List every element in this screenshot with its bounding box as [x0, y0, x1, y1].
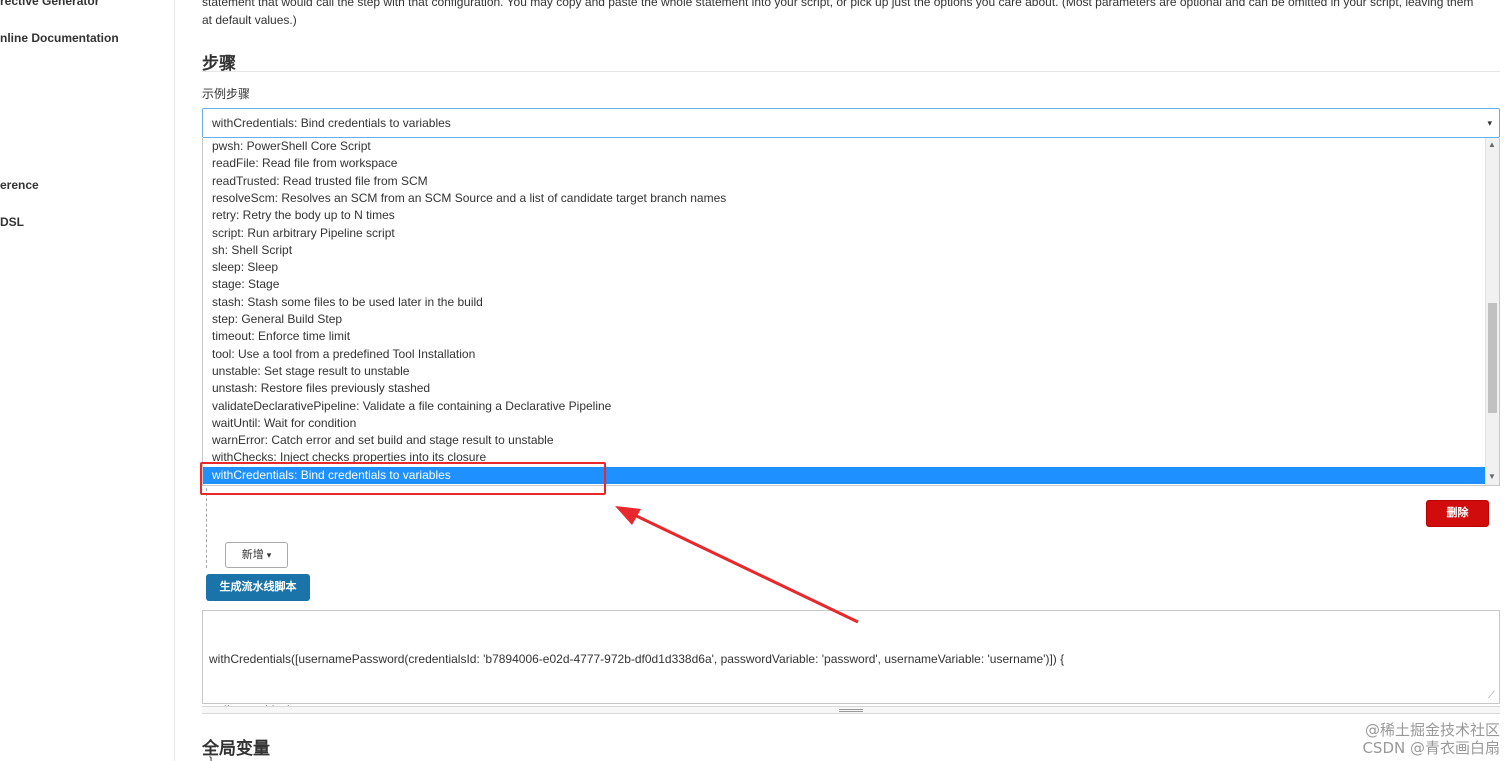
- watermark-csdn: CSDN @青衣画白扇: [1362, 739, 1500, 757]
- annotation-arrow: [615, 506, 859, 624]
